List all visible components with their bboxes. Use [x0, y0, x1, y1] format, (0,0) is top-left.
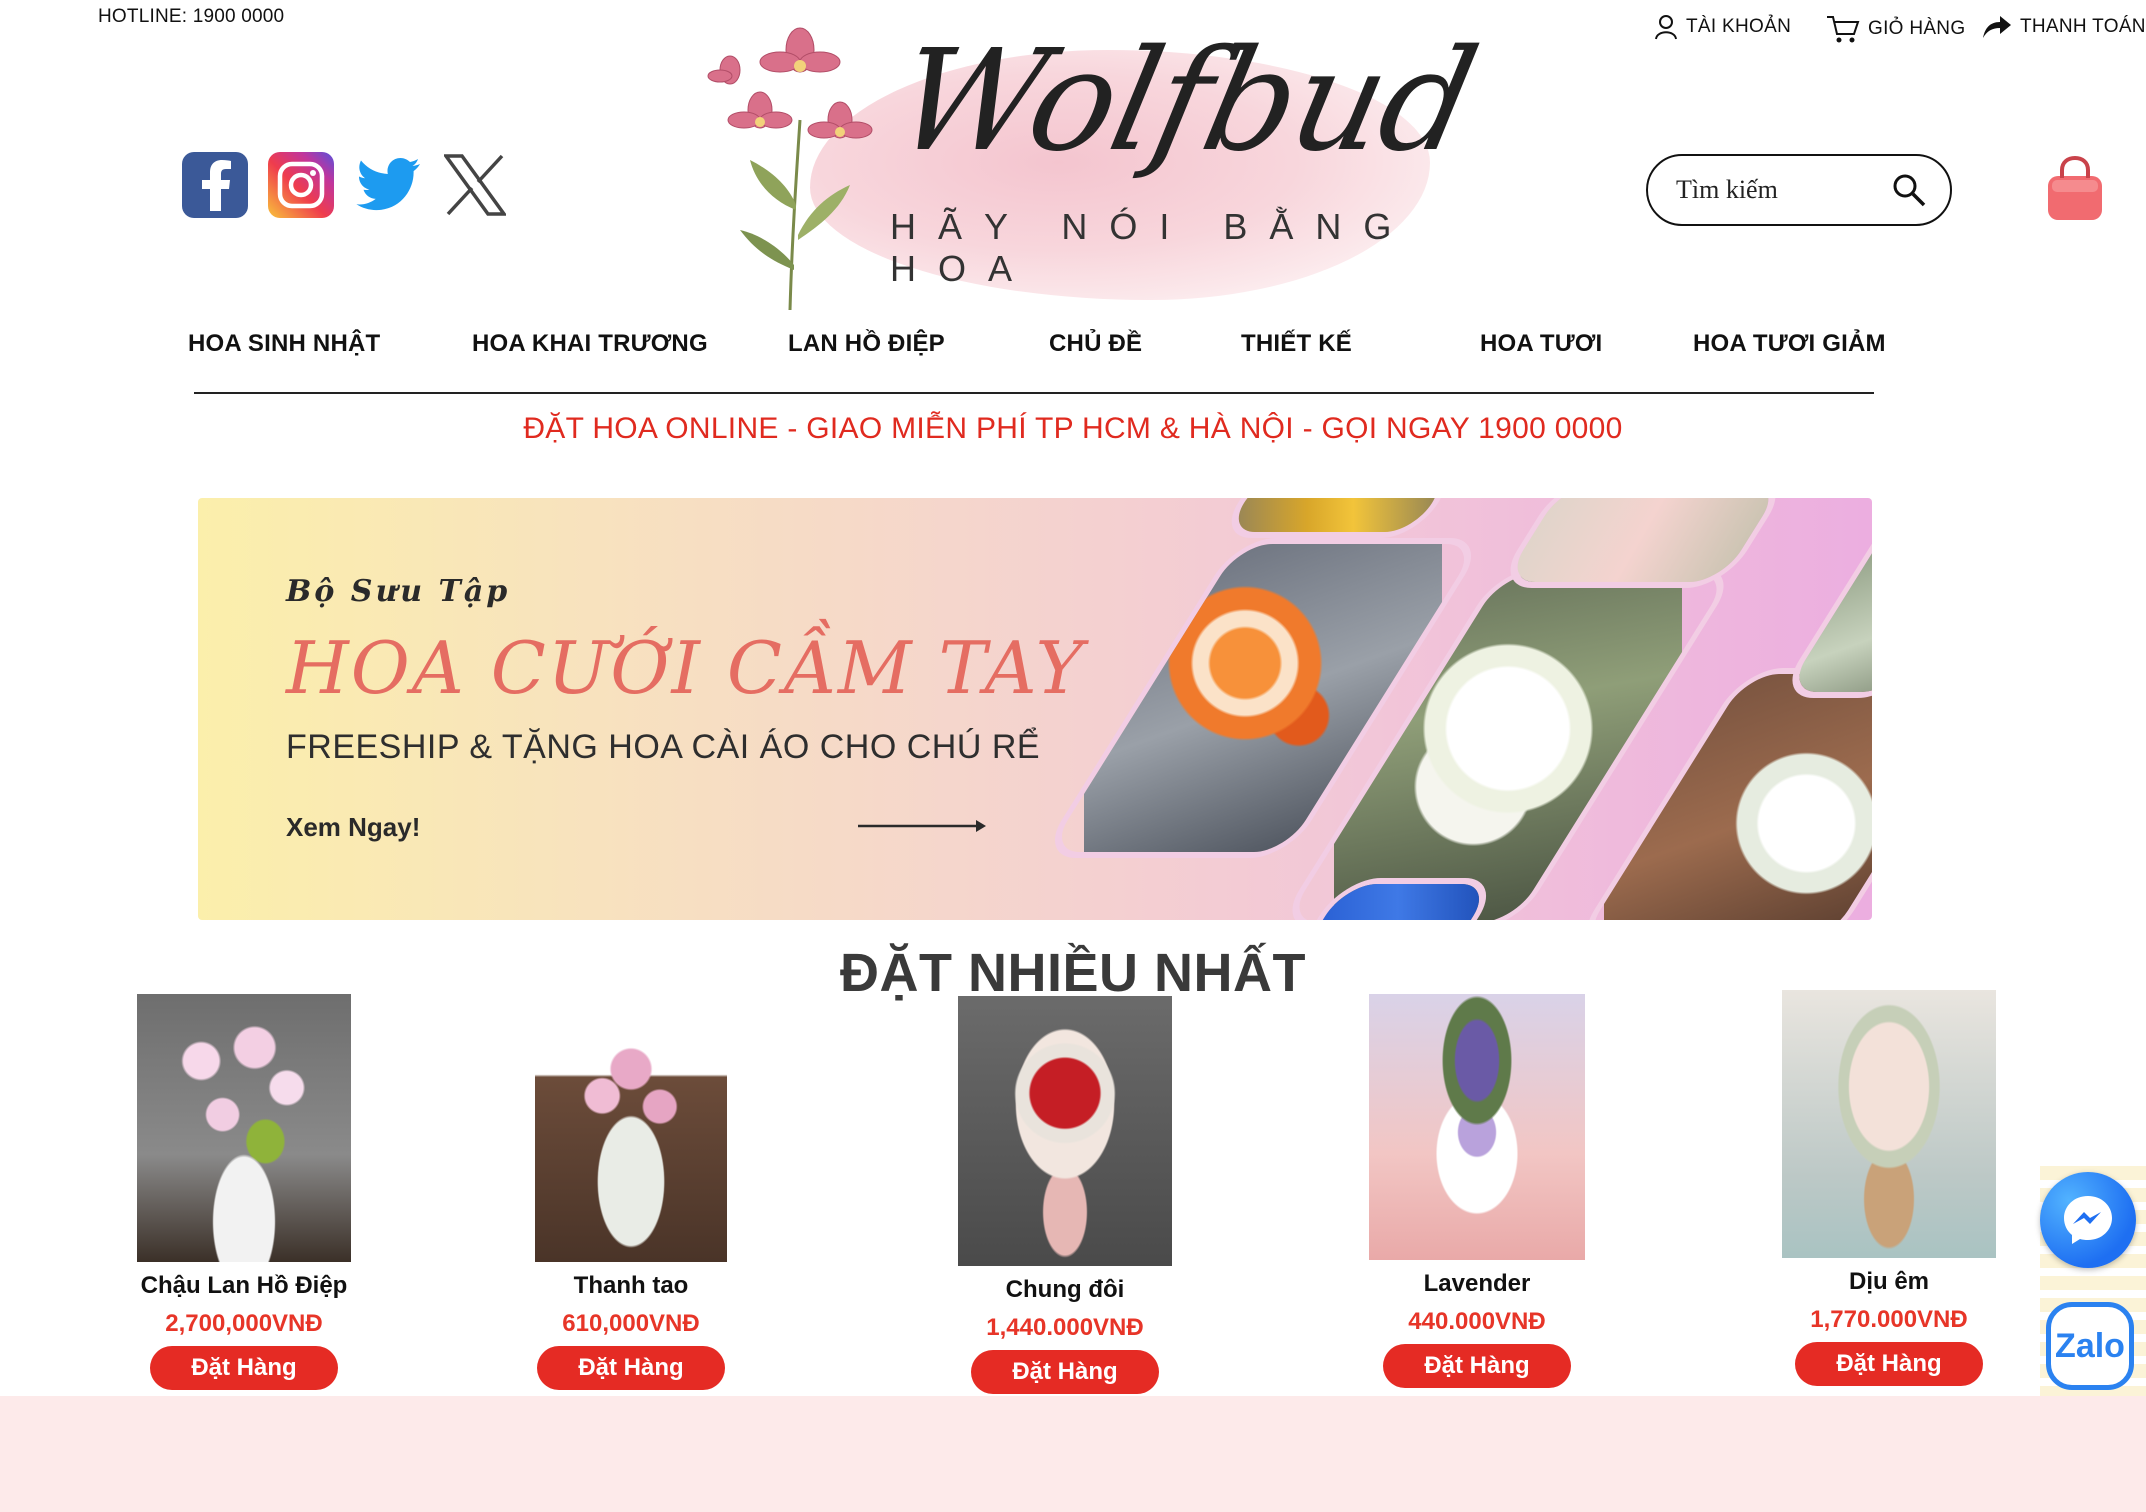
product-card[interactable]: Thanh tao 610,000VNĐ Đặt Hàng	[481, 994, 781, 1390]
product-price: 1,770.000VNĐ	[1810, 1306, 1968, 1333]
user-icon	[1655, 15, 1677, 40]
cart-icon	[1827, 16, 1860, 43]
instagram-icon[interactable]	[268, 152, 334, 218]
logo-tagline: HÃY NÓI BẰNG HOA	[890, 206, 1414, 289]
footer-area	[0, 1396, 2146, 1512]
cart-link[interactable]: GIỎ HÀNG	[1826, 14, 1965, 44]
product-name: Thanh tao	[573, 1272, 689, 1299]
banner-freeship: FREESHIP & TẶNG HOA CÀI ÁO CHO CHÚ RỂ	[286, 728, 1041, 766]
orchid-illustration	[707, 27, 873, 310]
hero-banner[interactable]: Bộ Sưu Tập HOA CƯỚI CẦM TAY FREESHIP & T…	[198, 498, 1872, 920]
account-link[interactable]: TÀI KHOẢN	[1654, 14, 1791, 40]
main-nav: HOA SINH NHẬT HOA KHAI TRƯƠNG LAN HỒ ĐIỆ…	[150, 330, 1890, 380]
order-button[interactable]: Đặt Hàng	[1383, 1344, 1571, 1388]
checkout-label: THANH TOÁN	[2020, 16, 2146, 37]
order-button[interactable]: Đặt Hàng	[537, 1346, 725, 1390]
banner-photo-roses	[1493, 498, 1793, 588]
product-price: 610,000VNĐ	[562, 1310, 700, 1337]
search-box[interactable]	[1646, 154, 1952, 226]
facebook-icon[interactable]	[182, 152, 248, 218]
order-button[interactable]: Đặt Hàng	[971, 1350, 1159, 1394]
shopping-bag-icon[interactable]	[2044, 155, 2106, 222]
nav-lan-ho-diep[interactable]: LAN HỒ ĐIỆP	[788, 330, 945, 358]
banner-photo-sunflower	[1216, 498, 1460, 538]
order-button[interactable]: Đặt Hàng	[150, 1346, 338, 1390]
nav-hoa-sinh-nhat[interactable]: HOA SINH NHẬT	[188, 330, 380, 358]
banner-title: HOA CƯỚI CẦM TAY	[286, 626, 1086, 710]
product-name: Dịu êm	[1848, 1268, 1929, 1295]
product-image[interactable]	[1369, 994, 1585, 1260]
checkout-link[interactable]: THANH TOÁN	[1982, 14, 2146, 40]
product-price: 1,440.000VNĐ	[986, 1314, 1144, 1341]
account-label: TÀI KHOẢN	[1686, 16, 1792, 37]
x-icon[interactable]	[442, 152, 508, 218]
share-arrow-icon	[1983, 16, 2011, 38]
promo-banner-text: ĐẶT HOA ONLINE - GIAO MIỄN PHÍ TP HCM & …	[523, 412, 1623, 445]
hotline-text: HOTLINE: 1900 0000	[98, 6, 285, 27]
banner-cta[interactable]: Xem Ngay!	[286, 812, 420, 843]
search-icon[interactable]	[1892, 173, 1926, 207]
messenger-icon[interactable]	[2040, 1172, 2136, 1268]
nav-hoa-tuoi[interactable]: HOA TƯƠI	[1480, 330, 1602, 358]
arrow-right-icon	[858, 820, 986, 832]
zalo-label: Zalo	[2055, 1326, 2125, 1365]
nav-divider	[194, 392, 1874, 394]
product-card[interactable]: Lavender 440.000VNĐ Đặt Hàng	[1327, 994, 1627, 1388]
product-price: 440.000VNĐ	[1408, 1308, 1546, 1335]
product-card[interactable]: Dịu êm 1,770.000VNĐ Đặt Hàng	[1739, 990, 2039, 1386]
product-price: 2,700,000VNĐ	[165, 1310, 323, 1337]
product-image[interactable]	[535, 994, 727, 1262]
cart-label: GIỎ HÀNG	[1868, 18, 1966, 39]
search-input[interactable]	[1676, 175, 1876, 205]
product-name: Chậu Lan Hồ Điệp	[140, 1272, 348, 1299]
nav-hoa-khai-truong[interactable]: HOA KHAI TRƯƠNG	[472, 330, 708, 358]
nav-chu-de[interactable]: CHỦ ĐỀ	[1049, 330, 1142, 358]
twitter-icon[interactable]	[356, 152, 422, 218]
banner-subtitle: Bộ Sưu Tập	[286, 574, 511, 609]
site-logo[interactable]: Wolfbud HÃY NÓI BẰNG HOA	[690, 10, 1488, 310]
product-image[interactable]	[137, 994, 351, 1262]
nav-hoa-tuoi-giam[interactable]: HOA TƯƠI GIẢM	[1693, 330, 1886, 358]
product-image[interactable]	[1782, 990, 1996, 1258]
logo-script-text: Wolfbud	[882, 20, 1489, 183]
order-button[interactable]: Đặt Hàng	[1795, 1342, 1983, 1386]
product-card[interactable]: Chậu Lan Hồ Điệp 2,700,000VNĐ Đặt Hàng	[94, 994, 394, 1390]
product-name: Chung đôi	[1005, 1276, 1125, 1303]
product-card[interactable]: Chung đôi 1,440.000VNĐ Đặt Hàng	[915, 996, 1215, 1394]
product-image[interactable]	[958, 996, 1172, 1266]
zalo-icon[interactable]: Zalo	[2046, 1302, 2134, 1390]
product-name: Lavender	[1423, 1270, 1531, 1297]
nav-thiet-ke[interactable]: THIẾT KẾ	[1241, 330, 1352, 358]
